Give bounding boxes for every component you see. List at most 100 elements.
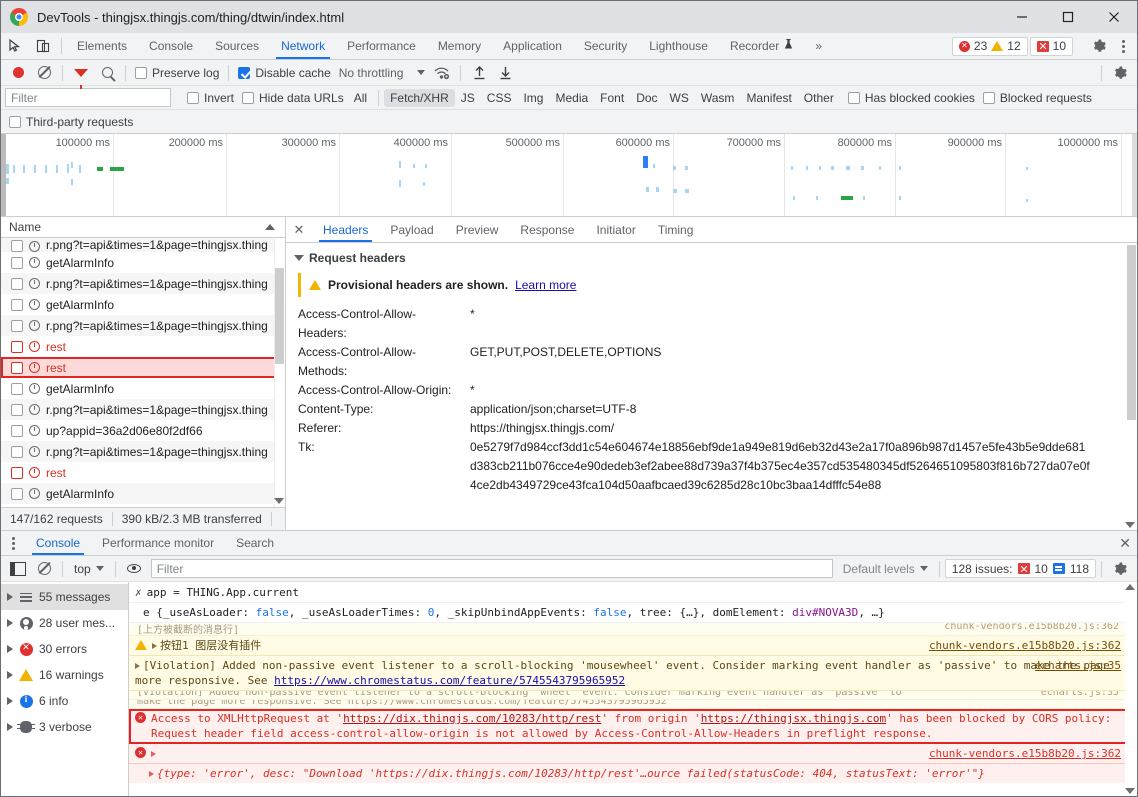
type-filter-fetch-xhr[interactable]: Fetch/XHR xyxy=(384,88,455,107)
row-checkbox[interactable] xyxy=(11,424,23,437)
console-sidebar-item-messages[interactable]: 55 messages xyxy=(1,584,128,610)
table-row[interactable]: rest xyxy=(1,336,285,357)
scroll-down-icon[interactable] xyxy=(1125,522,1135,528)
row-checkbox[interactable] xyxy=(11,298,23,311)
table-row[interactable]: r.png?t=api&times=1&page=thingjsx.thing xyxy=(1,315,285,336)
overview-left-handle[interactable] xyxy=(1,134,6,216)
minimize-button[interactable] xyxy=(999,1,1045,33)
table-row[interactable]: r.png?t=api&times=1&page=thingjsx.thing xyxy=(1,399,285,420)
scroll-down-icon[interactable] xyxy=(274,498,284,504)
chromestatus-link[interactable]: https://www.chromestatus.com/feature/574… xyxy=(274,674,625,687)
console-error-message[interactable]: chunk-vendors.e15b8b20.js:362 xyxy=(129,744,1137,764)
drawer-tab-search[interactable]: Search xyxy=(225,531,285,555)
third-party-requests-checkbox[interactable]: Third-party requests xyxy=(9,115,137,129)
blocked-requests-checkbox[interactable]: Blocked requests xyxy=(979,91,1096,105)
table-row[interactable]: getAlarmInfo xyxy=(1,483,285,504)
console-cors-error-message[interactable]: Access to XMLHttpRequest at 'https://dix… xyxy=(129,709,1137,744)
tab-headers[interactable]: Headers xyxy=(312,217,379,242)
scroll-up-icon[interactable] xyxy=(1125,584,1135,590)
type-filter-media[interactable]: Media xyxy=(549,89,594,107)
row-checkbox[interactable] xyxy=(11,277,23,290)
console-sidebar-item-errors[interactable]: 30 errors xyxy=(1,636,128,662)
overview-right-handle[interactable] xyxy=(1132,134,1137,216)
clear-console-icon[interactable] xyxy=(31,557,57,581)
row-checkbox[interactable] xyxy=(11,361,23,374)
filter-funnel-icon[interactable] xyxy=(68,61,94,89)
type-filter-font[interactable]: Font xyxy=(594,89,630,107)
table-row[interactable]: rest xyxy=(1,462,285,483)
tab-lighthouse[interactable]: Lighthouse xyxy=(638,33,719,59)
close-button[interactable] xyxy=(1091,1,1137,33)
tab-security[interactable]: Security xyxy=(573,33,638,59)
has-blocked-cookies-checkbox[interactable]: Has blocked cookies xyxy=(844,91,979,105)
console-message-source-link[interactable]: chunk-vendors.e15b8b20.js:362 xyxy=(929,638,1121,653)
console-sidebar-item-verbose[interactable]: 3 verbose xyxy=(1,714,128,740)
tab-memory[interactable]: Memory xyxy=(427,33,492,59)
console-sidebar-item-user-messages[interactable]: 28 user mes... xyxy=(1,610,128,636)
row-checkbox[interactable] xyxy=(11,340,23,353)
maximize-button[interactable] xyxy=(1045,1,1091,33)
row-checkbox[interactable] xyxy=(11,319,23,332)
table-row[interactable]: getAlarmInfo xyxy=(1,378,285,399)
tab-response[interactable]: Response xyxy=(509,217,585,242)
row-checkbox[interactable] xyxy=(11,403,23,416)
disable-cache-checkbox[interactable]: Disable cache xyxy=(234,66,334,80)
tab-payload[interactable]: Payload xyxy=(379,217,444,242)
more-tabs-button[interactable]: » xyxy=(804,33,833,59)
invert-checkbox[interactable]: Invert xyxy=(183,91,238,105)
issues-counter[interactable]: 10 xyxy=(1029,36,1073,56)
tab-performance[interactable]: Performance xyxy=(336,33,427,59)
console-sidebar-item-warnings[interactable]: 16 warnings xyxy=(1,662,128,688)
tab-timing[interactable]: Timing xyxy=(647,217,705,242)
drawer-tab-console[interactable]: Console xyxy=(25,531,91,555)
console-levels-select[interactable]: Default levels xyxy=(837,562,934,576)
tab-application[interactable]: Application xyxy=(492,33,573,59)
row-checkbox[interactable] xyxy=(11,240,23,252)
tab-initiator[interactable]: Initiator xyxy=(585,217,646,242)
search-icon[interactable] xyxy=(94,61,120,85)
console-message-source-link[interactable]: echarts.js:35 xyxy=(1035,658,1121,673)
row-checkbox[interactable] xyxy=(11,256,23,269)
console-warning-message[interactable]: [Violation] Added non-passive event list… xyxy=(129,656,1137,691)
learn-more-link[interactable]: Learn more xyxy=(515,278,576,292)
hide-data-urls-checkbox[interactable]: Hide data URLs xyxy=(238,91,348,105)
request-list-scrollbar[interactable] xyxy=(274,238,285,507)
origin-url-link[interactable]: https://thingjsx.thingjs.com xyxy=(701,712,886,725)
details-scrollbar[interactable] xyxy=(1125,243,1137,530)
console-result[interactable]: e {_useAsLoader: false, _useAsLoaderTime… xyxy=(129,603,1137,623)
console-sidebar-item-info[interactable]: 6 info xyxy=(1,688,128,714)
clear-network-log-icon[interactable] xyxy=(31,61,57,85)
close-drawer-icon[interactable]: ✕ xyxy=(1119,535,1131,552)
throttling-select[interactable]: No throttling xyxy=(335,66,430,80)
request-headers-section-header[interactable]: Request headers xyxy=(286,247,1137,271)
type-filter-img[interactable]: Img xyxy=(517,89,549,107)
type-filter-ws[interactable]: WS xyxy=(664,89,695,107)
table-row[interactable]: getAlarmInfo xyxy=(1,294,285,315)
console-filter-input[interactable] xyxy=(150,559,833,578)
row-checkbox[interactable] xyxy=(11,466,23,479)
console-sidebar-toggle-icon[interactable] xyxy=(5,557,31,581)
settings-gear-icon[interactable] xyxy=(1086,39,1112,53)
record-button[interactable] xyxy=(5,61,31,85)
import-har-icon[interactable] xyxy=(466,61,492,85)
row-checkbox[interactable] xyxy=(11,445,23,458)
type-filter-js[interactable]: JS xyxy=(455,89,481,107)
type-filter-other[interactable]: Other xyxy=(798,89,840,107)
main-menu-icon[interactable] xyxy=(1114,39,1133,53)
console-settings-gear-icon[interactable] xyxy=(1107,562,1133,576)
close-details-icon[interactable]: ✕ xyxy=(286,217,312,242)
network-conditions-icon[interactable] xyxy=(429,61,455,85)
console-warning-message[interactable]: 按钮1 图层没有插件 chunk-vendors.e15b8b20.js:362 xyxy=(129,636,1137,656)
table-row[interactable]: r.png?t=api&times=1&page=thingjsx.thing xyxy=(1,273,285,294)
inspect-element-icon[interactable] xyxy=(1,33,29,59)
table-row[interactable]: r.png?t=api&times=1&page=thingjsx.thing xyxy=(1,238,285,252)
execution-context-select[interactable]: top xyxy=(68,562,110,576)
type-filter-doc[interactable]: Doc xyxy=(630,89,663,107)
row-checkbox[interactable] xyxy=(11,382,23,395)
table-row[interactable]: up?appid=36a2d06e80f2df66 xyxy=(1,420,285,441)
table-row[interactable]: r.png?t=api&times=1&page=thingjsx.thing xyxy=(1,441,285,462)
device-toolbar-icon[interactable] xyxy=(29,33,57,59)
type-filter-all[interactable]: All xyxy=(348,89,373,107)
tab-network[interactable]: Network xyxy=(270,33,336,59)
tab-sources[interactable]: Sources xyxy=(204,33,270,59)
